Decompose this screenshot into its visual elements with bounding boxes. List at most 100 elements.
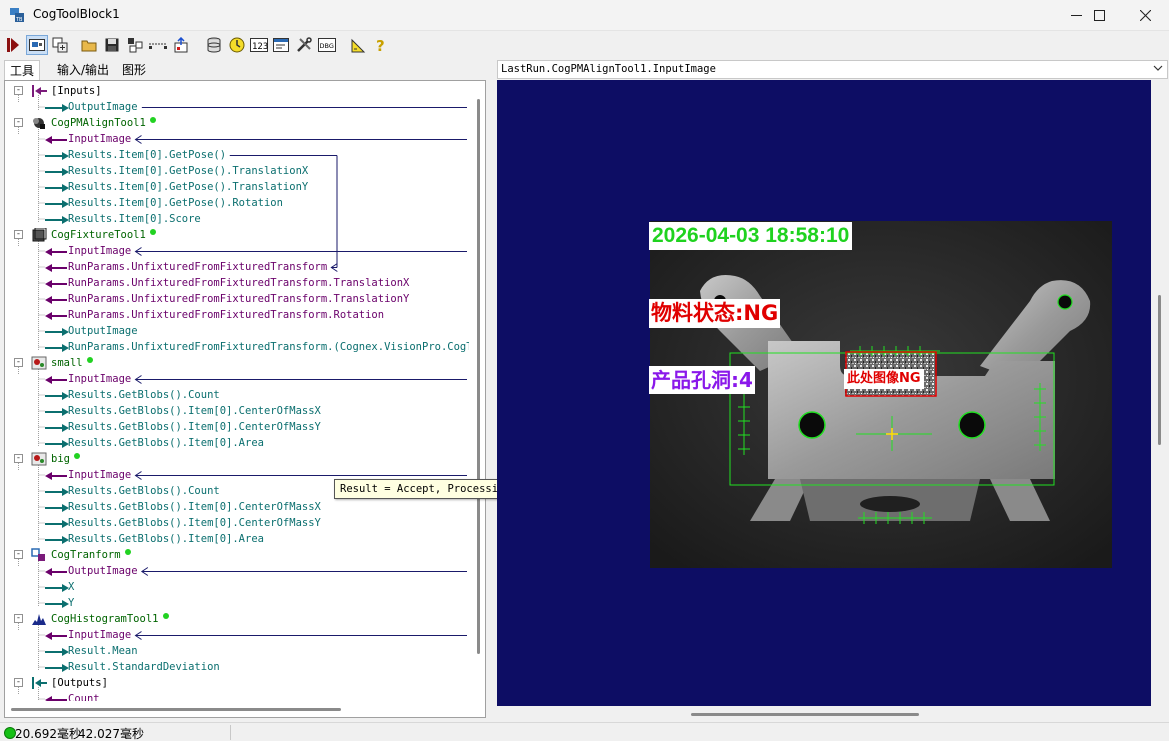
tree-port-row[interactable]: OutputImage <box>5 323 469 339</box>
hole-count-overlay: 产品孔洞:4 <box>649 366 755 394</box>
close-button[interactable] <box>1122 0 1168 31</box>
scale-icon <box>351 38 366 53</box>
open-icon <box>81 40 97 52</box>
run-icon <box>7 38 19 52</box>
tree-port-row[interactable]: Results.Item[0].GetPose().TranslationY <box>5 179 469 195</box>
tree-vertical-scrollbar-thumb[interactable] <box>477 99 480 654</box>
debug-button[interactable]: DBG <box>317 35 337 55</box>
tree-expander-icon[interactable]: - <box>14 614 23 623</box>
display-vertical-scrollbar-thumb[interactable] <box>1158 295 1161 445</box>
tree-port-row[interactable]: Results.GetBlobs().Item[0].Area <box>5 435 469 451</box>
tree-port-row[interactable]: RunParams.UnfixturedFromFixturedTransfor… <box>5 259 469 275</box>
tree-port-row[interactable]: RunParams.UnfixturedFromFixturedTransfor… <box>5 307 469 323</box>
timing-button[interactable] <box>227 35 247 55</box>
show-graphic-button[interactable] <box>125 35 145 55</box>
tree-vertical-scrollbar[interactable] <box>473 81 485 701</box>
tools-button[interactable] <box>294 35 314 55</box>
tree-port-row[interactable]: Results.Item[0].GetPose().Rotation <box>5 195 469 211</box>
tree-port-row[interactable]: Count <box>5 691 469 701</box>
tools-icon <box>297 37 312 52</box>
load-image-icon <box>174 37 188 53</box>
tool-tree-panel: - [Inputs] OutputImage - CogPMAlignTool1 Inpu… <box>4 80 486 718</box>
tree-port-row[interactable]: X <box>5 579 469 595</box>
close-icon <box>1139 9 1151 22</box>
tree-port-row[interactable]: InputImage <box>5 627 469 643</box>
save-button[interactable] <box>102 35 122 55</box>
tree-expander-icon[interactable]: - <box>14 358 23 367</box>
maximize-button[interactable] <box>1076 0 1122 31</box>
numbers-button[interactable]: 123 <box>249 35 269 55</box>
toggle-links-icon <box>149 43 167 49</box>
tree-port-row[interactable]: OutputImage <box>5 563 469 579</box>
tab-graphics-label: 图形 <box>122 63 147 77</box>
tree-port-row[interactable]: RunParams.UnfixturedFromFixturedTransfor… <box>5 291 469 307</box>
output-port-label: OutputImage <box>68 101 138 113</box>
tree-expander-icon[interactable]: - <box>14 678 23 687</box>
tree-port-row[interactable]: Result.StandardDeviation <box>5 659 469 675</box>
tree-port-row[interactable]: OutputImage <box>5 99 469 115</box>
tree-node-row[interactable]: - CogPMAlignTool1 <box>5 115 469 131</box>
input-port-label: InputImage <box>68 629 132 641</box>
display-vertical-scrollbar[interactable] <box>1151 80 1169 706</box>
terminal-button[interactable] <box>271 35 291 55</box>
tab-graphics[interactable]: 图形 <box>117 60 151 81</box>
tree-horizontal-scrollbar[interactable] <box>5 703 473 717</box>
tree-expander-icon[interactable]: - <box>14 86 23 95</box>
tree-node-row[interactable]: - CogHistogramTool1 <box>5 611 469 627</box>
tree-port-row[interactable]: Results.GetBlobs().Item[0].CenterOfMassX <box>5 403 469 419</box>
output-port-label: RunParams.UnfixturedFromFixturedTransfor… <box>68 341 469 353</box>
scale-button[interactable] <box>348 35 368 55</box>
image-display[interactable]: 2026-04-03 18:58:10 物料状态:NG 产品孔洞:4 此处图像N… <box>497 80 1151 706</box>
tree-port-row[interactable]: Results.GetBlobs().Count <box>5 387 469 403</box>
database-button[interactable] <box>204 35 224 55</box>
toggle-links-button[interactable] <box>148 35 168 55</box>
open-button[interactable] <box>79 35 99 55</box>
tree-port-row[interactable]: InputImage <box>5 371 469 387</box>
toolbar: 123 DBG ? <box>0 31 1169 58</box>
show-image-button[interactable] <box>26 35 48 55</box>
title-bar: TB CogToolBlock1 <box>0 0 1169 31</box>
tree-port-row[interactable]: Results.Item[0].GetPose() <box>5 147 469 163</box>
tool-tree[interactable]: - [Inputs] OutputImage - CogPMAlignTool1 Inpu… <box>5 81 469 701</box>
image-source-select[interactable]: LastRun.CogPMAlignTool1.InputImage <box>497 60 1168 79</box>
tree-expander-icon[interactable]: - <box>14 230 23 239</box>
output-port-label: Result.Mean <box>68 645 138 657</box>
tree-port-row[interactable]: InputImage <box>5 243 469 259</box>
tree-node-row[interactable]: - [Outputs] <box>5 675 469 691</box>
tree-port-row[interactable]: Results.GetBlobs().Item[0].CenterOfMassY <box>5 419 469 435</box>
tree-expander-icon[interactable]: - <box>14 550 23 559</box>
tree-expander-icon[interactable]: - <box>14 454 23 463</box>
add-tool-button[interactable] <box>50 35 70 55</box>
tree-port-row[interactable]: Result.Mean <box>5 643 469 659</box>
tree-port-row[interactable]: Results.GetBlobs().Item[0].Area <box>5 531 469 547</box>
tree-port-row[interactable]: RunParams.UnfixturedFromFixturedTransfor… <box>5 339 469 355</box>
tree-horizontal-scrollbar-thumb[interactable] <box>11 708 341 711</box>
pmalign-tool-icon <box>31 116 47 130</box>
tree-node-row[interactable]: - CogTranform <box>5 547 469 563</box>
input-port-label: InputImage <box>68 373 132 385</box>
run-button[interactable] <box>3 35 23 55</box>
tree-expander-icon[interactable]: - <box>14 118 23 127</box>
display-horizontal-scrollbar-thumb[interactable] <box>691 713 919 716</box>
input-port-label: RunParams.UnfixturedFromFixturedTransfor… <box>68 261 328 273</box>
tree-port-row[interactable]: Y <box>5 595 469 611</box>
tree-port-row[interactable]: Results.Item[0].GetPose().TranslationX <box>5 163 469 179</box>
tree-port-row[interactable]: InputImage <box>5 131 469 147</box>
tree-node-row[interactable]: - big <box>5 451 469 467</box>
load-image-button[interactable] <box>171 35 191 55</box>
help-button[interactable]: ? <box>371 35 391 55</box>
tab-tools[interactable]: 工具 <box>4 60 41 81</box>
tab-inputs-outputs[interactable]: 输入/输出 <box>52 60 114 81</box>
tree-node-row[interactable]: - [Inputs] <box>5 83 469 99</box>
svg-text:123: 123 <box>252 42 268 52</box>
tree-port-row[interactable]: Results.GetBlobs().Item[0].CenterOfMassX <box>5 499 469 515</box>
tree-port-row[interactable]: Results.GetBlobs().Item[0].CenterOfMassY <box>5 515 469 531</box>
debug-icon: DBG <box>318 38 336 52</box>
tool-status-icon <box>124 549 131 555</box>
tree-node-row[interactable]: - CogFixtureTool1 <box>5 227 469 243</box>
display-horizontal-scrollbar[interactable] <box>497 706 1151 722</box>
tree-port-row[interactable]: RunParams.UnfixturedFromFixturedTransfor… <box>5 275 469 291</box>
tree-node-row[interactable]: - small <box>5 355 469 371</box>
numbers-icon: 123 <box>250 38 268 52</box>
tree-port-row[interactable]: Results.Item[0].Score <box>5 211 469 227</box>
